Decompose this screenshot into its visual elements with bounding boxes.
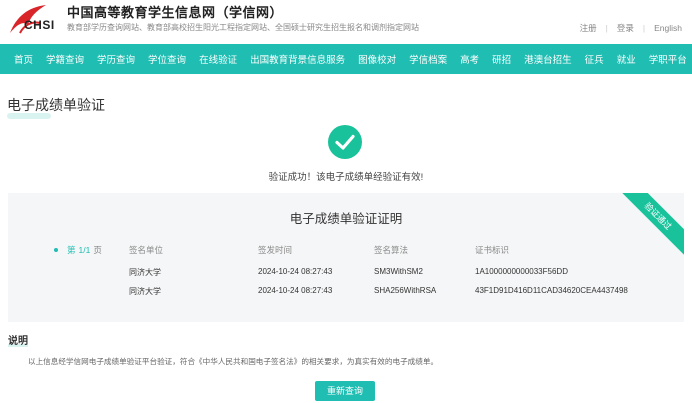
nav-enrollment-query[interactable]: 学籍查询	[46, 52, 84, 66]
divider: |	[605, 23, 608, 33]
page-title: 电子成绩单验证	[7, 97, 105, 113]
pager-suffix: 页	[93, 245, 102, 255]
nav-home[interactable]: 首页	[14, 52, 33, 66]
column-header-cert-id: 证书标识	[475, 245, 510, 255]
certificate-title: 电子成绩单验证证明	[289, 212, 403, 226]
pager[interactable]: 第 1/1 页	[54, 244, 102, 256]
re-query-button[interactable]: 重新查询	[315, 381, 375, 401]
login-link[interactable]: 登录	[617, 22, 634, 34]
site-subtitle: 教育部学历查询网站、教育部高校招生阳光工程指定网站、全国硕士研究生招生报名和调剂…	[67, 23, 419, 32]
success-check-icon	[328, 125, 362, 159]
logo-text: CHSI	[24, 18, 55, 32]
top-links: 注册 | 登录 | English	[580, 22, 682, 34]
pager-prefix: 第	[67, 245, 76, 255]
main-nav: 首页 学籍查询 学历查询 学位查询 在线验证 出国教育背景信息服务 图像校对 学…	[0, 44, 692, 74]
certificate-panel: 电子成绩单验证证明 验证通过 第 1/1 页 签名单位 签发时间 签名算法 证书…	[8, 193, 684, 322]
notes-title: 说明	[8, 336, 28, 347]
nav-recruit[interactable]: 征兵	[585, 52, 604, 66]
table-cell-signer: 同济大学	[129, 287, 161, 296]
table-cell-cert-id: 1A1000000000033F56DD	[475, 267, 568, 276]
table-cell-issued-time: 2024-10-24 08:27:43	[258, 286, 333, 295]
nav-gaokao[interactable]: 高考	[460, 52, 479, 66]
column-header-signer: 签名单位	[129, 245, 164, 255]
site-title: 中国高等教育学生信息网（学信网）	[67, 5, 284, 20]
divider: |	[642, 23, 646, 33]
nav-career[interactable]: 学职平台	[649, 52, 687, 66]
table-cell-cert-id: 43F1D91D416D11CAD34620CEA4437498	[475, 286, 628, 295]
table-cell-algorithm: SM3WithSM2	[374, 267, 423, 276]
site-header: CHSI 中国高等教育学生信息网（学信网） 教育部学历查询网站、教育部高校招生阳…	[0, 0, 692, 44]
nav-image-check[interactable]: 图像校对	[358, 52, 396, 66]
nav-degree-query[interactable]: 学位查询	[148, 52, 186, 66]
table-cell-signer: 同济大学	[129, 268, 161, 277]
pager-current: 1/1	[78, 245, 91, 255]
success-message: 验证成功！该电子成绩单经验证有效!	[268, 172, 424, 183]
nav-graduate[interactable]: 研招	[492, 52, 511, 66]
table-cell-issued-time: 2024-10-24 08:27:43	[258, 267, 333, 276]
nav-archive[interactable]: 学信档案	[409, 52, 447, 66]
table-cell-algorithm: SHA256WithRSA	[374, 286, 437, 295]
nav-education-query[interactable]: 学历查询	[97, 52, 135, 66]
nav-online-verification[interactable]: 在线验证	[199, 52, 237, 66]
english-link[interactable]: English	[654, 23, 682, 33]
column-header-algorithm: 签名算法	[374, 245, 409, 255]
nav-hmt[interactable]: 港澳台招生	[524, 52, 572, 66]
notes-text: 以上信息经学信网电子成绩单验证平台验证，符合《中华人民共和国电子签名法》的相关要…	[28, 357, 439, 366]
column-header-issued-time: 签发时间	[258, 245, 293, 255]
nav-overseas-service[interactable]: 出国教育背景信息服务	[250, 52, 345, 66]
nav-jobs[interactable]: 就业	[617, 52, 636, 66]
pager-dot-icon	[54, 248, 58, 252]
register-link[interactable]: 注册	[580, 22, 597, 34]
